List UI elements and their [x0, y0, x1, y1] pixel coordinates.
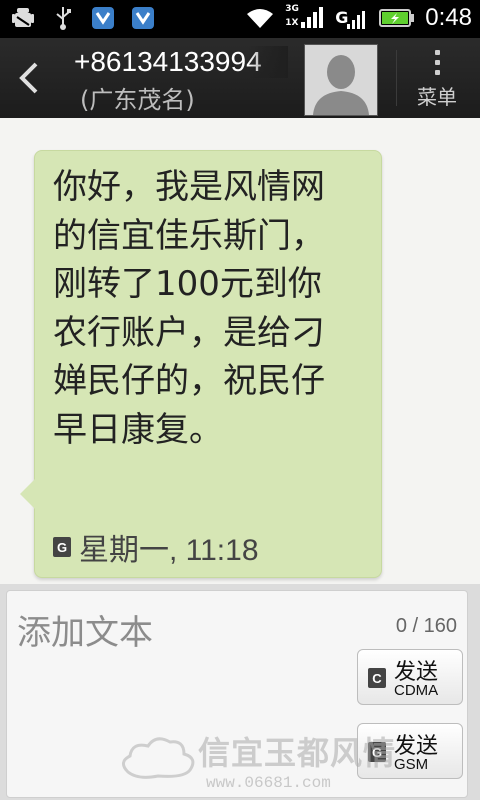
contact-number-text: +86134133994 — [74, 46, 262, 77]
compose-area: 添加文本 0 / 160 C 发送 CDMA G 发送 GSM — [0, 584, 480, 800]
svg-text:C: C — [372, 671, 382, 686]
overflow-menu-icon — [410, 50, 464, 75]
svg-text:G: G — [57, 540, 67, 555]
title-fade — [248, 46, 288, 78]
status-system: 3G 1X G 0:48 — [245, 4, 472, 32]
message-meta: G 星期一, 11:18 — [53, 525, 259, 569]
chevron-left-icon — [19, 62, 38, 94]
send-gsm-button[interactable]: G 发送 GSM — [357, 723, 463, 779]
clock: 0:48 — [425, 4, 472, 31]
app-shield-icon-2 — [130, 5, 156, 31]
send-cdma-button[interactable]: C 发送 CDMA — [357, 649, 463, 705]
network-3g-label: 3G — [285, 4, 299, 14]
gsm-badge-icon: G — [53, 537, 71, 557]
svg-text:G: G — [372, 745, 382, 760]
header-divider — [396, 50, 397, 106]
person-silhouette-icon — [305, 45, 377, 115]
status-notifications — [10, 5, 156, 31]
conversation-area[interactable]: 你好，我是风情网的信宜佳乐斯门，刚转了100元到你农行账户，是给刁婵民仔的，祝民… — [0, 118, 480, 584]
status-bar: 3G 1X G 0:48 — [0, 0, 480, 38]
android-debug-icon — [10, 5, 36, 31]
message-input[interactable]: 添加文本 0 / 160 C 发送 CDMA G 发送 GSM — [6, 590, 468, 798]
wifi-icon — [247, 9, 274, 28]
contact-number: +86134133994 — [74, 46, 288, 78]
signal-3g-icon: 3G 1X — [285, 4, 325, 32]
cdma-badge-icon: C — [368, 668, 386, 688]
message-text: 你好，我是风情网的信宜佳乐斯门，刚转了100元到你农行账户，是给刁婵民仔的，祝民… — [53, 167, 325, 450]
bubble-tail — [20, 478, 36, 510]
gsm-badge-icon: G — [368, 742, 386, 762]
send-gsm-network: GSM — [394, 756, 429, 773]
signal-g-icon: G — [335, 4, 369, 32]
send-cdma-network: CDMA — [394, 682, 439, 699]
conversation-header: +86134133994 (广东茂名) 菜单 — [0, 38, 480, 119]
contact-location: (广东茂名) — [80, 86, 195, 114]
back-button[interactable] — [12, 60, 48, 96]
app-shield-icon-1 — [90, 5, 116, 31]
network-1x-label: 1X — [285, 18, 299, 28]
char-counter: 0 / 160 — [395, 615, 457, 637]
battery-icon — [379, 9, 415, 27]
message-timestamp: 星期一, 11:18 — [79, 534, 259, 567]
avatar[interactable] — [304, 44, 378, 116]
usb-icon — [50, 5, 76, 31]
menu-button[interactable]: 菜单 — [410, 48, 464, 110]
menu-label: 菜单 — [417, 85, 457, 109]
message-bubble[interactable]: 你好，我是风情网的信宜佳乐斯门，刚转了100元到你农行账户，是给刁婵民仔的，祝民… — [34, 150, 382, 578]
input-placeholder: 添加文本 — [17, 613, 153, 653]
